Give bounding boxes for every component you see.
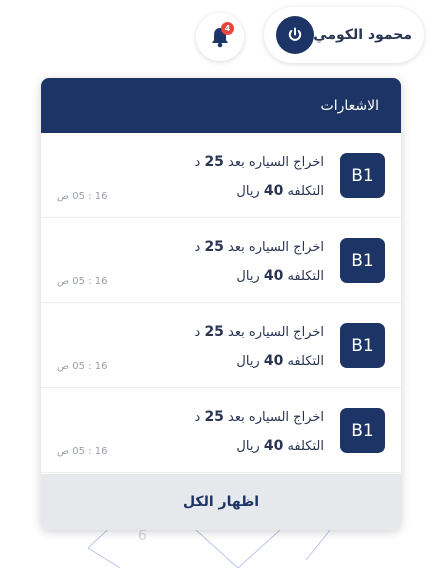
user-name: محمود الكومي bbox=[313, 27, 412, 43]
notification-message: اخراج السياره بعد 25 د bbox=[194, 239, 324, 255]
notifications-panel: الاشعارات B1 اخراج السياره بعد 25 د التك… bbox=[41, 78, 401, 530]
notification-item[interactable]: B1 اخراج السياره بعد 25 د التكلفه 40 ريا… bbox=[41, 218, 401, 303]
notification-time: 16 : 05 ص bbox=[57, 276, 108, 287]
notification-item[interactable]: B1 اخراج السياره بعد 25 د التكلفه 40 ريا… bbox=[41, 388, 401, 473]
show-all-label: اظهار الكل bbox=[182, 494, 260, 510]
notifications-panel-header: الاشعارات bbox=[41, 78, 401, 133]
notification-item[interactable]: B1 اخراج السياره بعد 25 د التكلفه 40 ريا… bbox=[41, 133, 401, 218]
notification-badge: B1 bbox=[340, 408, 385, 453]
notification-badge: B1 bbox=[340, 153, 385, 198]
notifications-button[interactable]: 4 bbox=[196, 13, 244, 61]
user-menu[interactable]: محمود الكومي bbox=[264, 7, 424, 63]
notification-cost: التكلفه 40 ريال bbox=[236, 438, 324, 454]
notification-message: اخراج السياره بعد 25 د bbox=[194, 409, 324, 425]
notification-cost: التكلفه 40 ريال bbox=[236, 183, 324, 199]
notification-message: اخراج السياره بعد 25 د bbox=[194, 154, 324, 170]
notification-badge: B1 bbox=[340, 238, 385, 283]
notification-cost: التكلفه 40 ريال bbox=[236, 268, 324, 284]
svg-text:6: 6 bbox=[138, 528, 147, 544]
notification-time: 16 : 05 ص bbox=[57, 446, 108, 457]
notification-message: اخراج السياره بعد 25 د bbox=[194, 324, 324, 340]
notification-cost: التكلفه 40 ريال bbox=[236, 353, 324, 369]
power-icon bbox=[288, 27, 302, 41]
show-all-button[interactable]: اظهار الكل bbox=[41, 474, 401, 530]
panel-title: الاشعارات bbox=[320, 97, 379, 114]
logout-button[interactable] bbox=[276, 16, 314, 54]
notification-badge: B1 bbox=[340, 323, 385, 368]
notification-item[interactable]: B1 اخراج السياره بعد 25 د التكلفه 40 ريا… bbox=[41, 303, 401, 388]
notification-count-badge: 4 bbox=[221, 22, 234, 35]
notification-time: 16 : 05 ص bbox=[57, 191, 108, 202]
notification-time: 16 : 05 ص bbox=[57, 361, 108, 372]
